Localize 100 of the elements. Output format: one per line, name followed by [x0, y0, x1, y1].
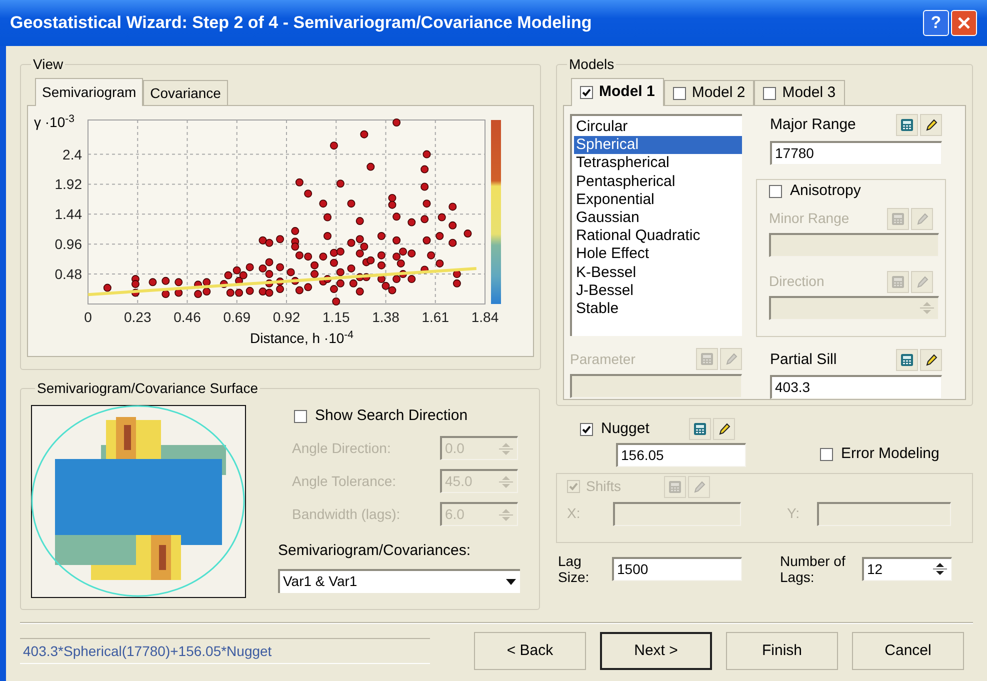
model-tab[interactable]: Model 3: [754, 80, 845, 105]
input-field[interactable]: 12: [862, 556, 952, 580]
input-field[interactable]: 403.3: [770, 375, 942, 399]
list-item[interactable]: K-Bessel: [574, 264, 742, 282]
checkbox[interactable]: [672, 86, 686, 100]
data-point: [356, 235, 364, 244]
wizard-button[interactable]: Cancel: [852, 632, 964, 670]
pencil-icon: [724, 352, 738, 366]
checkbox[interactable]: [820, 448, 833, 461]
data-point: [392, 236, 401, 244]
wizard-button[interactable]: Next >: [600, 632, 712, 670]
calculator-icon: [700, 352, 714, 366]
data-point: [452, 279, 461, 288]
field-label: Y:: [787, 504, 800, 523]
data-point: [310, 261, 319, 270]
data-point: [377, 275, 386, 284]
data-point: [336, 248, 344, 256]
list-item[interactable]: Pentaspherical: [574, 172, 742, 191]
list-item[interactable]: Tetraspherical: [574, 154, 742, 173]
data-point: [239, 271, 248, 280]
data-point: [392, 275, 401, 284]
help-button[interactable]: ?: [923, 10, 949, 36]
input-field[interactable]: 1500: [612, 556, 742, 580]
model-tab[interactable]: Model 1: [571, 78, 664, 106]
wizard-button[interactable]: < Back: [474, 632, 586, 670]
pencil-button[interactable]: [920, 114, 942, 136]
close-icon: [957, 16, 971, 30]
list-item[interactable]: J-Bessel: [574, 282, 742, 300]
data-point: [438, 213, 446, 222]
axis-tick-label: 0.69: [223, 309, 250, 325]
checkbox[interactable]: [580, 86, 593, 99]
input-field[interactable]: [570, 374, 742, 398]
calculator-icon: [693, 422, 707, 436]
data-point: [291, 276, 300, 285]
list-item[interactable]: Circular: [574, 118, 742, 136]
data-point: [356, 217, 364, 226]
data-point: [356, 249, 364, 258]
calculator-button[interactable]: [896, 348, 918, 371]
data-point: [347, 238, 356, 247]
list-item[interactable]: Gaussian: [574, 208, 742, 228]
data-point: [362, 273, 370, 282]
wizard-button[interactable]: Finish: [726, 632, 838, 670]
model-tab[interactable]: Model 2: [664, 80, 754, 105]
data-point: [464, 230, 472, 238]
data-point: [291, 227, 300, 236]
field-label: Lag Size:: [558, 552, 590, 584]
input-field[interactable]: [613, 502, 741, 526]
list-item[interactable]: Exponential: [574, 190, 742, 209]
data-point: [276, 263, 284, 272]
pencil-icon: [717, 422, 731, 436]
data-point: [265, 279, 274, 288]
data-point: [392, 118, 401, 126]
pencil-button[interactable]: [713, 418, 735, 440]
axis-tick-label: 1.15: [322, 309, 350, 325]
data-point: [162, 276, 170, 285]
checkbox[interactable]: [763, 86, 776, 100]
data-point: [148, 278, 157, 286]
axis-tick-label: 0.46: [174, 309, 201, 325]
data-point: [330, 258, 338, 267]
pencil-icon: [924, 352, 938, 367]
input-field[interactable]: [769, 296, 939, 320]
pencil-button[interactable]: [920, 348, 942, 371]
data-point: [224, 271, 232, 280]
calculator-button[interactable]: [896, 114, 918, 136]
list-item[interactable]: Spherical: [574, 136, 742, 154]
input-field[interactable]: 156.05: [616, 442, 746, 466]
field-label: Angle Tolerance:: [292, 472, 396, 491]
input-field[interactable]: 17780: [770, 140, 942, 164]
group-label: Semivariogram/Covariance Surface: [36, 379, 259, 398]
data-point: [436, 232, 444, 240]
data-point: [448, 238, 457, 247]
calculator-icon: [900, 118, 914, 132]
data-point: [336, 279, 344, 288]
checkbox[interactable]: [580, 422, 593, 436]
calculator-button[interactable]: [689, 418, 711, 440]
field-label: Shifts: [586, 477, 622, 496]
list-item[interactable]: Rational Quadratic: [574, 227, 742, 246]
view-tab[interactable]: Covariance: [143, 80, 228, 105]
axis-tick-label: 1.84: [471, 309, 499, 325]
close-button[interactable]: [951, 10, 977, 36]
dropdown[interactable]: Var1 & Var1: [278, 568, 520, 592]
input-field[interactable]: [769, 232, 939, 256]
data-point: [220, 280, 228, 288]
data-point: [265, 288, 274, 297]
checkbox[interactable]: [769, 185, 782, 198]
data-point: [319, 200, 328, 208]
list-item[interactable]: Hole Effect: [574, 245, 742, 264]
data-point: [304, 283, 312, 292]
list-item[interactable]: Stable: [574, 300, 742, 318]
status-formula: 403.3*Spherical(17780)+156.05*Nugget: [20, 638, 430, 664]
data-point: [319, 252, 328, 261]
pencil-icon: [924, 118, 938, 132]
view-tab[interactable]: Semivariogram: [35, 78, 144, 106]
model-type-list[interactable]: Circular Spherical Tetraspherical Pentaspherical Exponential Gaussian Rational Quadratic Hole Effect K-Bessel J-Bessel Stable: [570, 114, 742, 336]
field-label: Angle Direction:: [292, 438, 391, 458]
input-field[interactable]: [817, 502, 951, 526]
data-point: [377, 251, 386, 260]
spin-buttons-icon[interactable]: [932, 560, 948, 578]
data-point: [246, 286, 254, 295]
checkbox[interactable]: [294, 410, 307, 422]
